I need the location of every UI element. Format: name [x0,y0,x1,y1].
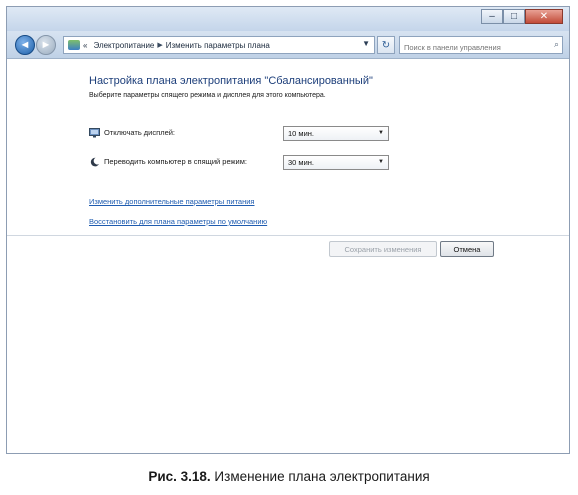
page-subtitle: Выберите параметры спящего режима и дисп… [89,92,326,99]
moon-icon [90,157,99,167]
title-bar: – □ ✕ [7,7,569,31]
breadcrumb-power-options[interactable]: Электропитание [93,41,154,50]
refresh-button[interactable]: ↻ [377,36,395,54]
display-off-select[interactable]: 10 мин. ▼ [283,126,389,141]
footer-divider [7,235,569,236]
close-button[interactable]: ✕ [525,9,563,24]
save-changes-button[interactable]: Сохранить изменения [329,241,437,257]
figure-caption: Рис. 3.18. Изменение плана электропитани… [0,469,578,484]
search-input[interactable] [400,39,548,56]
figure-caption-text: Изменение плана электропитания [210,469,430,484]
forward-button[interactable]: ► [36,35,56,55]
search-icon[interactable]: ⌕ [554,39,559,50]
cancel-button[interactable]: Отмена [440,241,494,257]
maximize-button[interactable]: □ [503,9,525,24]
chevron-down-icon: ▼ [378,130,384,136]
display-off-value: 10 мин. [288,129,314,138]
sleep-select[interactable]: 30 мин. ▼ [283,155,389,170]
breadcrumb-edit-plan[interactable]: Изменить параметры плана [166,41,270,50]
address-bar[interactable]: « Электропитание ▶ Изменить параметры пл… [63,36,375,54]
restore-defaults-link[interactable]: Восстановить для плана параметры по умол… [89,217,267,226]
display-icon [89,128,100,138]
minimize-button[interactable]: – [481,9,503,24]
chevron-down-icon: ▼ [378,159,384,165]
navigation-bar: ◄ ► « Электропитание ▶ Изменить параметр… [7,31,569,59]
address-dropdown-icon[interactable]: ▼ [362,39,370,48]
window-controls: – □ ✕ [481,9,563,24]
figure-number: Рис. 3.18. [148,469,211,484]
control-panel-icon [68,40,80,50]
back-button[interactable]: ◄ [15,35,35,55]
sleep-label: Переводить компьютер в спящий режим: [104,157,247,166]
display-off-label: Отключать дисплей: [104,128,176,137]
advanced-settings-link[interactable]: Изменить дополнительные параметры питани… [89,197,254,206]
breadcrumb-separator-icon: ▶ [157,42,163,49]
control-panel-window: – □ ✕ ◄ ► « Электропитание ▶ Изменить па… [6,6,570,454]
breadcrumb-overflow[interactable]: « [83,41,87,50]
sleep-value: 30 мин. [288,158,314,167]
search-box: ⌕ [399,36,563,56]
main-content: Настройка плана электропитания "Сбаланси… [7,59,569,235]
page-title: Настройка плана электропитания "Сбаланси… [89,75,373,87]
